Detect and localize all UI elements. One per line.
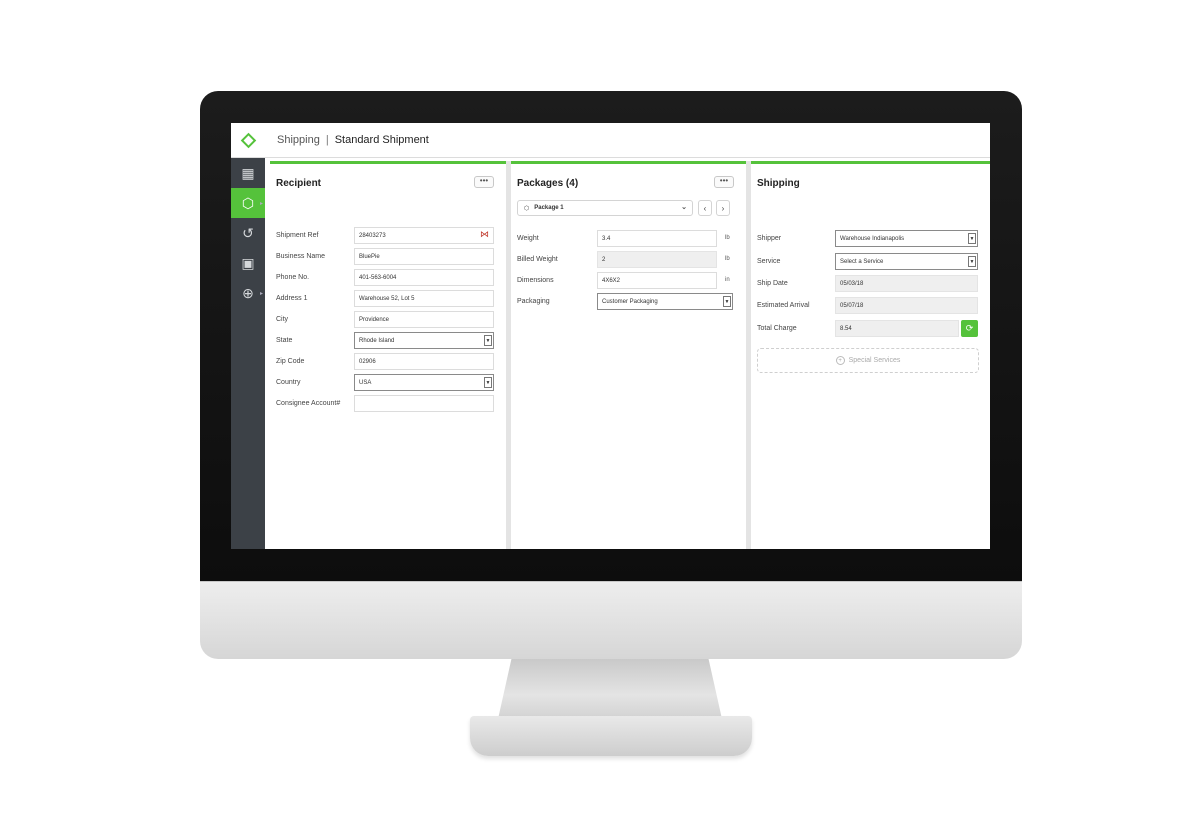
- packages-panel: Packages (4) ••• ⬡ Package 1 ⌄ ‹ › Weigh…: [511, 161, 746, 549]
- ship-date-value: 05/03/18: [835, 275, 978, 292]
- business-name-input[interactable]: BluePie: [354, 248, 494, 265]
- zip-input[interactable]: 02906: [354, 353, 494, 370]
- field-label: Estimated Arrival: [757, 302, 810, 309]
- chevron-down-icon: ▼: [723, 296, 731, 307]
- consignee-account-input[interactable]: [354, 395, 494, 412]
- field-label: Total Charge: [757, 325, 797, 332]
- field-label: Shipper: [757, 235, 782, 242]
- address-book-icon[interactable]: ▣: [231, 248, 265, 278]
- packages-title: Packages (4): [517, 178, 579, 189]
- shipper-select[interactable]: Warehouse Indianapolis ▼: [835, 230, 978, 247]
- field-label: Weight: [517, 235, 539, 242]
- field-label: Service: [757, 258, 781, 265]
- plus-icon: +: [835, 356, 845, 365]
- field-label: Consignee Account#: [276, 400, 341, 407]
- billed-weight-unit: lb: [725, 256, 730, 262]
- field-label: Packaging: [517, 298, 550, 305]
- field-label: City: [276, 316, 289, 323]
- app-screen: Shipping | Standard Shipment ▦ ⬡ ▸ ↺ ▣ ⊕ ▸…: [231, 123, 990, 549]
- monitor-stand-base: [470, 716, 752, 756]
- package-icon: ⬡: [524, 205, 530, 212]
- state-select[interactable]: Rhode Island ▼: [354, 332, 494, 349]
- field-label: Billed Weight: [517, 256, 558, 263]
- field-label: Ship Date: [757, 280, 788, 287]
- weight-unit: lb: [725, 235, 730, 241]
- previous-package-button[interactable]: ‹: [698, 200, 712, 216]
- next-package-button[interactable]: ›: [716, 200, 730, 216]
- field-label: Country: [276, 379, 301, 386]
- monitor-chin: [200, 581, 1022, 659]
- chevron-down-icon: ▼: [484, 377, 492, 388]
- service-select[interactable]: Select a Service ▼: [835, 253, 978, 270]
- billed-weight-value: 2: [597, 251, 717, 268]
- recipient-title: Recipient: [276, 178, 322, 189]
- packaging-select[interactable]: Customer Packaging ▼: [597, 293, 733, 310]
- chevron-down-icon: ▼: [484, 335, 492, 346]
- grid-icon[interactable]: ▦: [231, 158, 265, 188]
- monitor-stand-neck: [498, 659, 722, 719]
- recipient-more-button[interactable]: •••: [474, 176, 494, 188]
- dimensions-unit: in: [725, 277, 730, 283]
- shipping-title: Shipping: [757, 178, 800, 189]
- field-label: Dimensions: [517, 277, 554, 284]
- shipment-ref-input[interactable]: 28403273: [354, 227, 494, 244]
- field-label: Phone No.: [276, 274, 310, 281]
- packages-more-button[interactable]: •••: [714, 176, 734, 188]
- barcode-icon[interactable]: ⋈: [480, 229, 489, 240]
- sidebar: ▦ ⬡ ▸ ↺ ▣ ⊕ ▸: [231, 158, 265, 549]
- field-label: Address 1: [276, 295, 308, 302]
- breadcrumb-separator: |: [325, 134, 329, 146]
- shipping-panel: Shipping Shipper Warehouse Indianapolis ▼…: [751, 161, 990, 549]
- field-label: Zip Code: [276, 358, 305, 365]
- recipient-panel: Recipient ••• Shipment Ref 28403273 ⋈ Bu…: [270, 161, 506, 549]
- phone-input[interactable]: 401-563-6004: [354, 269, 494, 286]
- dimensions-input[interactable]: 4X6X2: [597, 272, 717, 289]
- top-bar: Shipping | Standard Shipment: [231, 123, 990, 158]
- package-icon[interactable]: ⬡ ▸: [231, 188, 265, 218]
- estimated-arrival-value: 05/07/18: [835, 297, 978, 314]
- breadcrumb-section[interactable]: Shipping: [277, 134, 320, 146]
- chevron-down-icon: ⌄: [681, 204, 687, 211]
- field-label: Shipment Ref: [276, 232, 319, 239]
- city-input[interactable]: Providence: [354, 311, 494, 328]
- history-icon[interactable]: ↺: [231, 218, 265, 248]
- logo-icon[interactable]: [231, 123, 265, 158]
- globe-icon[interactable]: ⊕ ▸: [231, 278, 265, 308]
- field-label: State: [276, 337, 293, 344]
- chevron-down-icon: ▼: [968, 233, 976, 244]
- special-services-button[interactable]: + Special Services: [757, 348, 979, 373]
- refresh-icon[interactable]: ⟳: [961, 320, 978, 337]
- field-label: Business Name: [276, 253, 326, 260]
- chevron-down-icon: ▼: [968, 256, 976, 267]
- country-select[interactable]: USA ▼: [354, 374, 494, 391]
- weight-input[interactable]: 3.4: [597, 230, 717, 247]
- package-select[interactable]: ⬡ Package 1 ⌄: [517, 200, 693, 216]
- total-charge-value: 8.54: [835, 320, 959, 337]
- page-title: Standard Shipment: [334, 134, 429, 146]
- address-input[interactable]: Warehouse 52, Lot 5: [354, 290, 494, 307]
